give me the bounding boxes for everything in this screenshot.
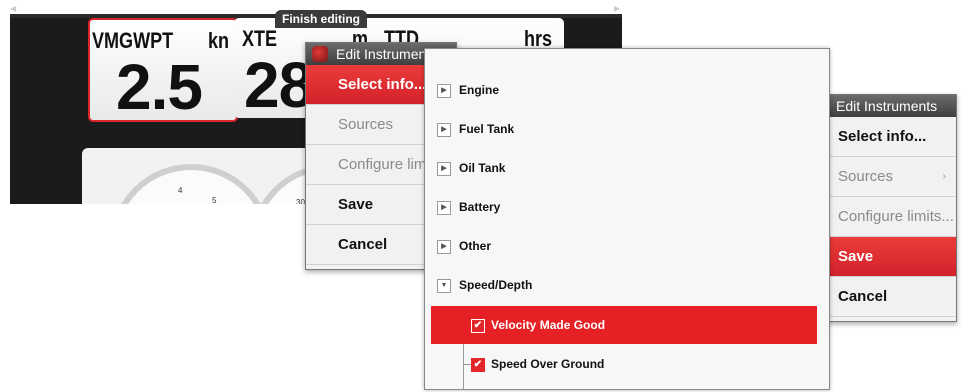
corner-marker-icon: ◀	[10, 4, 17, 13]
gauge-tick: 4	[178, 186, 183, 195]
tree-item-battery[interactable]: ▶ Battery	[437, 188, 817, 226]
menu-item-label: Sources	[838, 168, 894, 185]
tree-item-label: Fuel Tank	[459, 122, 515, 136]
expand-arrow-icon[interactable]: ▶	[437, 200, 451, 215]
tree-item-speed-depth[interactable]: ▼ Speed/Depth	[437, 266, 817, 304]
expand-arrow-icon[interactable]: ▶	[437, 161, 451, 176]
select-info-tree: ▶ Engine ▶ Fuel Tank ▶ Oil Tank ▶ Battery ▶ O…	[424, 48, 830, 390]
tree-item-oil-tank[interactable]: ▶ Oil Tank	[437, 149, 817, 187]
tree-item-label: Speed/Depth	[459, 278, 533, 292]
expand-arrow-icon[interactable]: ▶	[437, 239, 451, 254]
expand-arrow-icon[interactable]: ▶	[437, 83, 451, 98]
instrument-tile-vmgwpt[interactable]: VMGWPT kn 2.5	[88, 18, 238, 123]
menu-title: Edit Instruments	[836, 98, 938, 114]
menu-title: Edit Instruments	[336, 46, 438, 62]
expand-arrow-icon[interactable]: ▶	[437, 122, 451, 137]
tree-child-velocity-made-good[interactable]: ✔ Velocity Made Good	[431, 306, 817, 344]
tree-item-other[interactable]: ▶ Other	[437, 227, 817, 265]
app-logo-icon	[312, 46, 328, 62]
tile-value: 28	[244, 49, 314, 121]
tile-value: 2.5	[116, 51, 203, 123]
tree-item-label: Oil Tank	[459, 161, 506, 175]
tree-child-label: Speed Over Ground	[491, 357, 605, 371]
tree-item-label: Battery	[459, 200, 501, 214]
tree-item-label: Other	[459, 239, 492, 253]
checkbox-checked-icon[interactable]: ✔	[471, 357, 485, 372]
finish-editing-tab[interactable]: Finish editing	[275, 10, 367, 28]
tree-child-speed-over-ground[interactable]: ✔ Speed Over Ground	[431, 345, 817, 383]
checkbox-checked-icon[interactable]: ✔	[471, 318, 485, 333]
gauge-tick: 30	[296, 198, 305, 204]
submenu-arrow-icon: ›	[942, 171, 946, 182]
gauge-tick: 5	[212, 196, 217, 204]
corner-marker-icon: ▶	[614, 4, 621, 13]
tree-item-fuel-tank[interactable]: ▶ Fuel Tank	[437, 110, 817, 148]
tile-unit: kn	[208, 28, 230, 53]
tree-child-label: Velocity Made Good	[491, 318, 606, 332]
gauge-dial	[110, 164, 272, 204]
tree-item-engine[interactable]: ▶ Engine	[437, 71, 817, 109]
collapse-arrow-icon[interactable]: ▼	[437, 278, 451, 293]
tree-item-label: Engine	[459, 83, 500, 97]
